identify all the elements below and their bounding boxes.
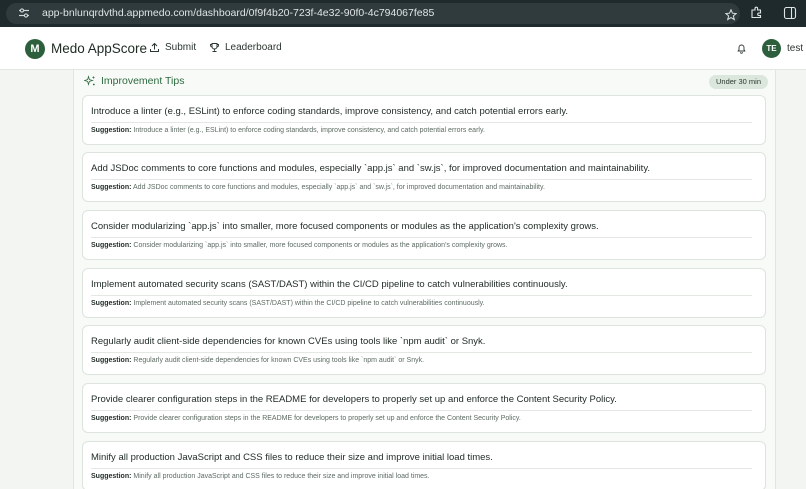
tip-suggestion: Suggestion: Introduce a linter (e.g., ES… (91, 127, 485, 134)
tip-divider (91, 410, 752, 411)
tip-divider (91, 122, 752, 123)
suggestion-label: Suggestion: (91, 415, 132, 422)
tip-suggestion: Suggestion: Implement automated security… (91, 300, 485, 307)
improvement-tips-panel: Improvement Tips Under 30 min Introduce … (73, 70, 776, 489)
site-settings-icon[interactable] (18, 7, 30, 19)
suggestion-label: Suggestion: (91, 184, 132, 191)
upload-icon (150, 42, 159, 52)
suggestion-text: Provide clearer configuration steps in t… (133, 415, 521, 422)
suggestion-text: Consider modularizing `app.js` into smal… (133, 242, 508, 249)
tip-card: Consider modularizing `app.js` into smal… (82, 210, 766, 260)
app-header: M Medo AppScore Submit Leaderboard TE te… (0, 27, 806, 70)
trophy-icon (210, 43, 219, 52)
suggestion-text: Add JSDoc comments to core functions and… (133, 184, 545, 191)
tip-title: Add JSDoc comments to core functions and… (91, 163, 651, 174)
browser-toolbar: app-bnlunqrdvthd.appmedo.com/dashboard/0… (0, 0, 806, 27)
logo[interactable]: M (25, 39, 45, 59)
tip-title: Provide clearer configuration steps in t… (91, 394, 617, 405)
tip-title: Consider modularizing `app.js` into smal… (91, 221, 599, 232)
suggestion-label: Suggestion: (91, 473, 132, 480)
sparkles-icon (84, 75, 96, 86)
tip-suggestion: Suggestion: Minify all production JavaSc… (91, 473, 430, 480)
suggestion-label: Suggestion: (91, 300, 132, 307)
tip-title: Implement automated security scans (SAST… (91, 279, 568, 290)
tip-card: Provide clearer configuration steps in t… (82, 383, 766, 433)
tip-card: Introduce a linter (e.g., ESLint) to enf… (82, 95, 766, 145)
suggestion-text: Regularly audit client-side dependencies… (133, 357, 425, 364)
tip-card: Minify all production JavaScript and CSS… (82, 441, 766, 489)
tip-divider (91, 237, 752, 238)
username[interactable]: test (787, 43, 803, 54)
suggestion-text: Minify all production JavaScript and CSS… (133, 473, 430, 480)
bookmark-star-icon[interactable] (725, 9, 737, 21)
tip-title: Minify all production JavaScript and CSS… (91, 452, 493, 463)
nav-submit-label: Submit (165, 42, 197, 53)
nav-leaderboard-label: Leaderboard (225, 42, 282, 53)
tip-divider (91, 468, 752, 469)
suggestion-label: Suggestion: (91, 357, 132, 364)
browser-menu-icon[interactable] (783, 6, 797, 20)
tip-card: Add JSDoc comments to core functions and… (82, 152, 766, 202)
tips-header: Improvement Tips (84, 75, 184, 87)
extensions-icon[interactable] (750, 6, 763, 19)
suggestion-label: Suggestion: (91, 242, 132, 249)
tip-divider (91, 352, 752, 353)
brand-name[interactable]: Medo AppScore (51, 41, 147, 56)
tip-title: Introduce a linter (e.g., ESLint) to enf… (91, 106, 569, 117)
tip-title: Regularly audit client-side dependencies… (91, 336, 486, 347)
tip-suggestion: Suggestion: Provide clearer configuratio… (91, 415, 521, 422)
tips-title: Improvement Tips (101, 75, 185, 87)
address-bar[interactable]: app-bnlunqrdvthd.appmedo.com/dashboard/0… (6, 3, 740, 24)
suggestion-text: Implement automated security scans (SAST… (133, 300, 485, 307)
url-text[interactable]: app-bnlunqrdvthd.appmedo.com/dashboard/0… (42, 7, 434, 19)
avatar[interactable]: TE (762, 39, 781, 58)
time-badge: Under 30 min (709, 75, 769, 89)
suggestion-label: Suggestion: (91, 127, 132, 134)
tip-suggestion: Suggestion: Regularly audit client-side … (91, 357, 424, 364)
tip-divider (91, 295, 752, 296)
tip-suggestion: Suggestion: Add JSDoc comments to core f… (91, 184, 545, 191)
tip-divider (91, 179, 752, 180)
tip-card: Implement automated security scans (SAST… (82, 268, 766, 318)
nav-leaderboard[interactable]: Leaderboard (209, 42, 282, 53)
suggestion-text: Introduce a linter (e.g., ESLint) to enf… (133, 127, 485, 134)
bell-icon[interactable] (736, 43, 747, 54)
nav-submit[interactable]: Submit (149, 42, 196, 53)
tip-card: Regularly audit client-side dependencies… (82, 325, 766, 375)
tip-suggestion: Suggestion: Consider modularizing `app.j… (91, 242, 507, 249)
